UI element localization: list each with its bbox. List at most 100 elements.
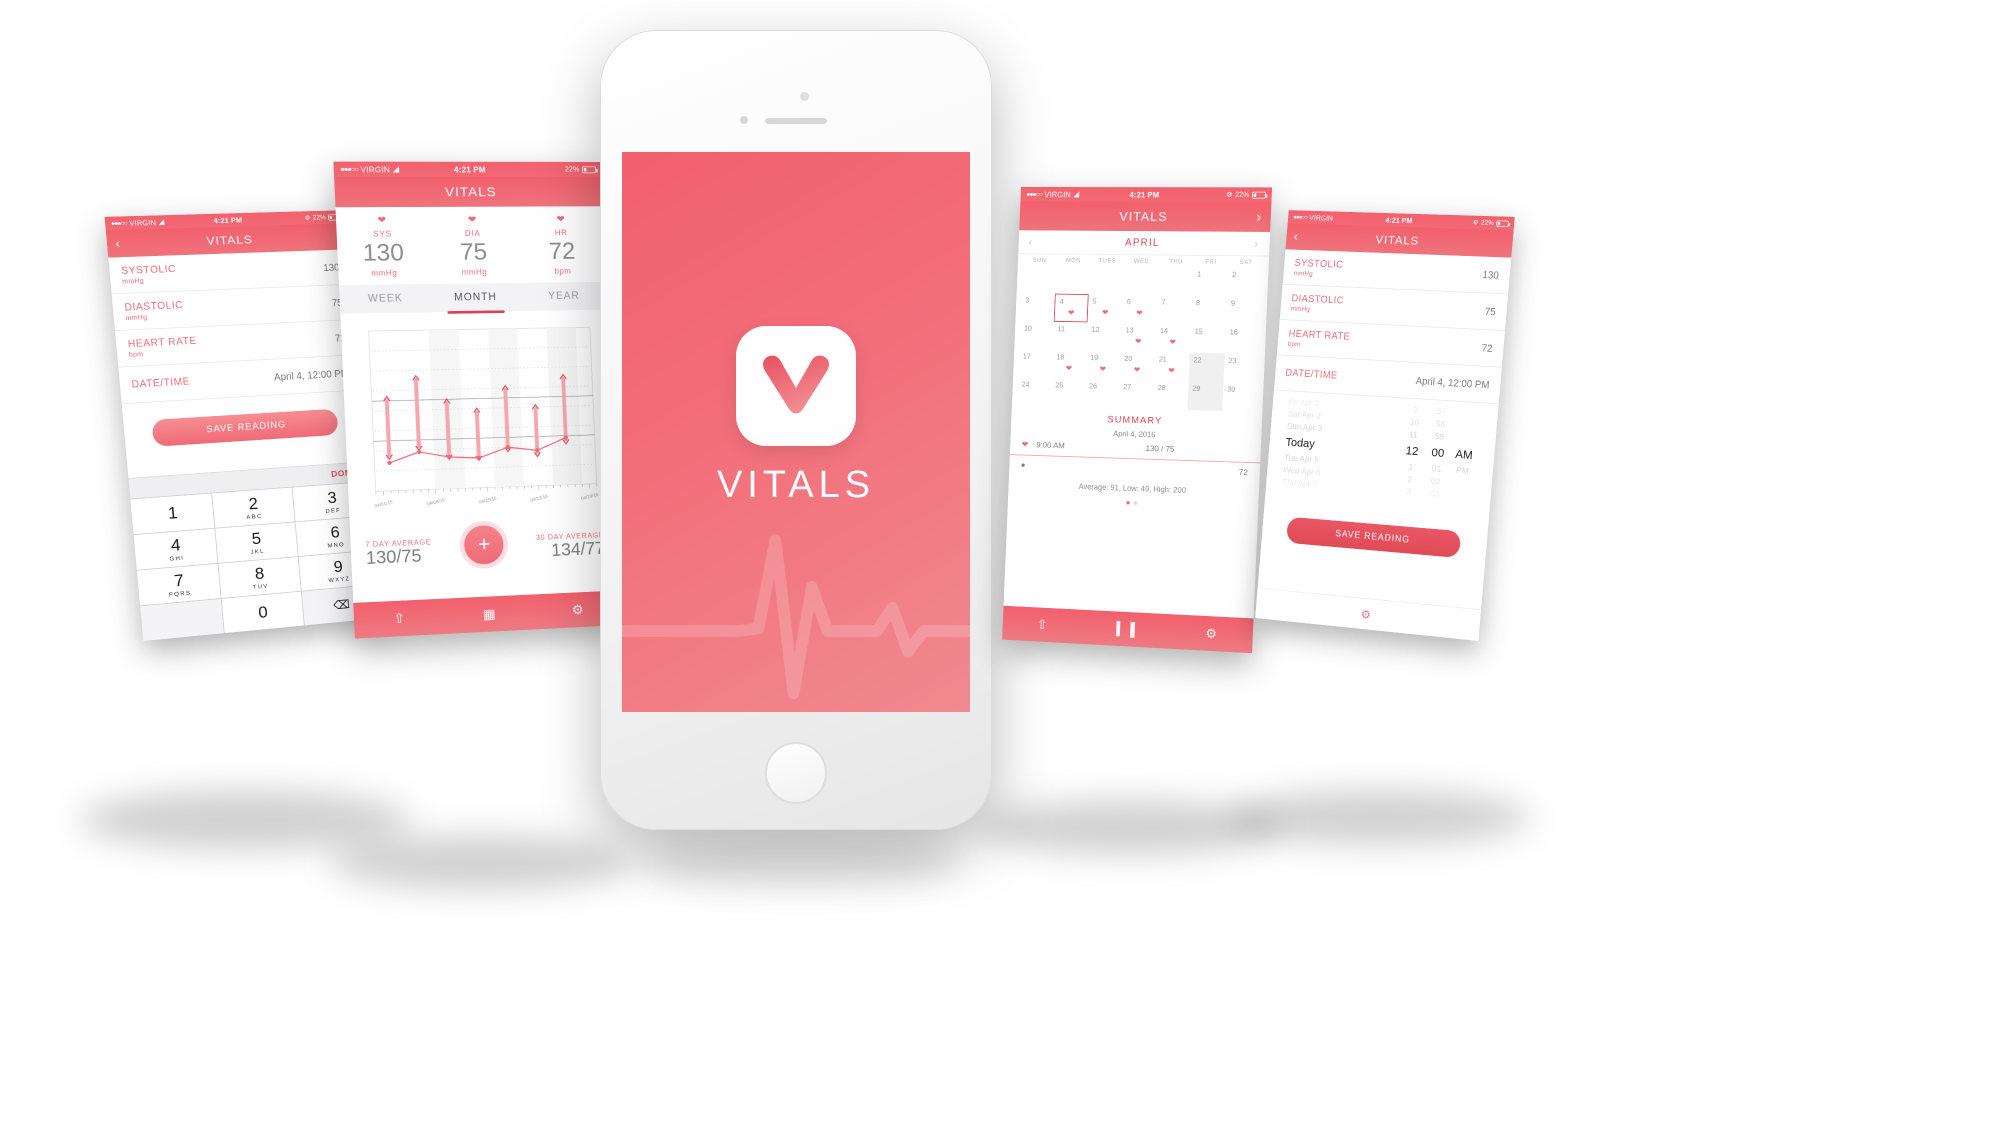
calendar-grid[interactable]: 1 2 3 4 ❤ 5 ❤ 6 ❤ 7 8 9 10 11 12 13 ❤ 14 ❤ 15 16 17 18 ❤ 19 ❤ 20 ❤ 2… (1012, 265, 1269, 412)
battery-percent: 22% (1480, 219, 1495, 227)
ground-shadow (330, 835, 630, 890)
calendar-day-26[interactable]: 26 (1084, 379, 1119, 408)
tab-bar[interactable]: ⇧ ▦ ⚙ (353, 590, 622, 639)
signal-dots-icon: ●●●○○ (110, 219, 128, 228)
settings-icon[interactable]: ⚙ (572, 602, 584, 618)
day-number: 23 (1228, 356, 1237, 365)
calendar-day-9[interactable]: 9 (1226, 296, 1262, 325)
calendar-day-3[interactable]: 3 (1020, 293, 1055, 322)
home-button[interactable] (765, 742, 827, 804)
svg-text:04/01/16: 04/01/16 (374, 499, 394, 509)
tab-bar[interactable]: ⇧ ▍▐ ⚙ (1002, 605, 1254, 654)
wifi-icon: ◢ (158, 217, 165, 226)
tab-bar[interactable]: ⚙ (1255, 587, 1482, 641)
stat-dia: ❤ DIA 75 mmHg (427, 215, 519, 277)
key-5[interactable]: 5 JKL (215, 522, 298, 563)
calendar-day-8[interactable]: 8 (1191, 296, 1227, 325)
clock: 4:21 PM (213, 215, 243, 225)
datetime-picker[interactable]: Fri Apr 1 9 57 Sat Apr 2 10 58 Sun Apr 3 11 59… (1265, 390, 1499, 512)
chart-svg: 04/01/16 04/08/16 04/15/16 04/22/16 04/29/16 (356, 322, 600, 509)
app-logo (736, 326, 856, 446)
hero-device: VITALS (600, 30, 992, 830)
calendar-day-1[interactable]: 1 (1192, 267, 1228, 296)
calendar-day-17[interactable]: 17 (1018, 349, 1053, 378)
day-number: 15 (1194, 326, 1203, 336)
calendar-day-20[interactable]: 20 ❤ (1119, 351, 1155, 380)
calendar-day-13[interactable]: 13 ❤ (1121, 323, 1157, 352)
add-reading-button[interactable]: + (463, 524, 505, 565)
svg-text:04/15/16: 04/15/16 (478, 495, 497, 504)
stat-unit: mmHg (461, 267, 488, 277)
day-number: 18 (1056, 352, 1065, 362)
numeric-keypad[interactable]: 1 2 ABC 3 DEF 4 GHI 5 JKL 6 MNO 7 PQRS 8 TUV 9W… (130, 481, 382, 641)
screen-calendar: ●●●○○ VIRGIN ◢ 4:21 PM ⚙ 22% VITALS › ‹ … (1002, 186, 1273, 654)
tab-year[interactable]: YEAR (519, 282, 608, 311)
calendar-day-21[interactable]: 21 ❤ (1154, 352, 1190, 381)
key-2[interactable]: 2 ABC (212, 487, 295, 528)
bluetooth-icon: ⚙ (1472, 218, 1479, 227)
key-4[interactable]: 4 GHI (133, 528, 218, 570)
calendar-day-6[interactable]: 6 ❤ (1122, 295, 1158, 324)
calendar-day-12[interactable]: 12 (1087, 322, 1122, 351)
calendar-day-11[interactable]: 11 (1053, 322, 1088, 351)
calendar-day-18[interactable]: 18 ❤ (1052, 350, 1087, 379)
share-icon[interactable]: ⇧ (393, 610, 405, 627)
stat-sys: ❤ SYS 130 mmHg (336, 215, 430, 278)
weekday-sat: SAT (1239, 259, 1253, 266)
row-value: 72 (1481, 342, 1494, 354)
dot-icon: ● (1020, 460, 1026, 471)
weekday-fri: FRI (1205, 259, 1217, 266)
wifi-icon: ◢ (1073, 189, 1080, 199)
carrier-label: VIRGIN (1309, 213, 1334, 222)
calendar-icon[interactable]: ▦ (483, 606, 496, 623)
calendar-day-25[interactable]: 25 (1050, 378, 1085, 407)
key-1[interactable]: 1 (130, 493, 215, 535)
ground-shadow (980, 800, 1280, 855)
period-tabs[interactable]: WEEK MONTH YEAR (338, 281, 609, 314)
calendar-day-28[interactable]: 28 (1153, 380, 1189, 409)
calendar-day-4[interactable]: 4 ❤ (1053, 293, 1089, 323)
next-month-button[interactable]: › (1254, 232, 1260, 256)
calendar-day-27[interactable]: 27 (1118, 380, 1154, 409)
calendar-day-2[interactable]: 2 (1227, 267, 1263, 296)
settings-icon[interactable]: ⚙ (1360, 607, 1371, 621)
calendar-day-24[interactable]: 24 (1017, 377, 1052, 406)
share-icon[interactable]: ⇧ (1037, 617, 1048, 633)
heart-icon: ❤ (1134, 336, 1142, 346)
calendar-day-29[interactable]: 29 (1187, 381, 1224, 411)
prev-month-button[interactable]: ‹ (1028, 230, 1034, 253)
bp-chart: 04/01/16 04/08/16 04/15/16 04/22/16 04/29/16 (340, 309, 618, 527)
key-0[interactable]: 0 (221, 591, 304, 634)
calendar-day-10[interactable]: 10 (1019, 321, 1054, 350)
calendar-day-30[interactable]: 30 (1222, 382, 1258, 412)
page-title: VITALS (1119, 209, 1169, 224)
calendar-day-22[interactable]: 22 (1188, 352, 1225, 383)
settings-icon[interactable]: ⚙ (1205, 626, 1217, 641)
carrier-label: VIRGIN (360, 164, 391, 174)
stat-unit: mmHg (371, 268, 398, 278)
back-button[interactable]: ‹ (1293, 223, 1300, 249)
chart-icon[interactable]: ▍▐ (1116, 621, 1135, 638)
heart-icon: ❤ (1133, 365, 1141, 375)
back-button[interactable]: ‹ (114, 230, 122, 257)
forward-button[interactable]: › (1256, 202, 1263, 232)
calendar-day-7[interactable]: 7 (1156, 295, 1192, 324)
calendar-day-16[interactable]: 16 (1225, 325, 1261, 354)
calendar-day-15[interactable]: 15 (1190, 324, 1226, 353)
save-reading-button[interactable]: SAVE READING (151, 408, 339, 447)
tab-week[interactable]: WEEK (339, 284, 431, 314)
svg-text:04/29/16: 04/29/16 (581, 491, 600, 500)
calendar-day-5[interactable]: 5 ❤ (1088, 294, 1123, 323)
calendar-day-empty (1055, 266, 1090, 295)
row-value: 75 (1484, 305, 1497, 318)
tab-month[interactable]: MONTH (430, 283, 521, 312)
calendar-day-19[interactable]: 19 ❤ (1085, 351, 1120, 380)
save-reading-button[interactable]: SAVE READING (1286, 516, 1462, 559)
calendar-day-14[interactable]: 14 ❤ (1155, 324, 1191, 353)
heart-icon: ❤ (1168, 366, 1175, 375)
battery-icon (1495, 219, 1509, 227)
row-label: DATE/TIME (131, 375, 191, 391)
screen-splash: VITALS (622, 152, 970, 712)
calendar-day-23[interactable]: 23 (1223, 353, 1259, 383)
earpiece-speaker (765, 118, 827, 124)
